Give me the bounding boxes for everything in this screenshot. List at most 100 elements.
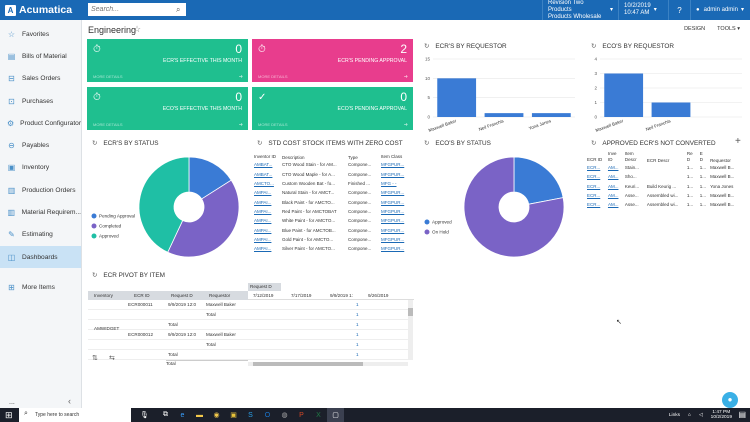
table-cell[interactable]: AM...	[606, 182, 623, 191]
sidebar-item-favorites[interactable]: ☆ Favorites	[0, 23, 81, 45]
taskbar-search[interactable]: Type here to search	[19, 408, 131, 422]
table-cell[interactable]: ECR...	[585, 191, 606, 200]
pivot-value[interactable]: 1	[356, 300, 359, 310]
tray-links[interactable]: Links	[669, 413, 680, 418]
kpi-tile-ecr-pending[interactable]: ⏱ 2 ECR'S PENDING APPROVAL MORE DETAILS …	[252, 39, 413, 82]
collapse-sidebar-icon[interactable]: ‹	[68, 396, 71, 406]
table-row[interactable]: ECR... AM... Keuri... Build Keurig ... 1... 1…	[585, 182, 745, 191]
table-cell[interactable]: ECR...	[585, 200, 606, 209]
app-icon[interactable]: ◍	[276, 408, 293, 422]
tile-more-details[interactable]: MORE DETAILS	[93, 122, 123, 127]
table-cell[interactable]: MFGPUR...	[379, 207, 414, 216]
pivot-column-header[interactable]: Request D	[165, 291, 203, 300]
help-button[interactable]: ?	[668, 0, 690, 20]
table-cell[interactable]: ECR...	[585, 163, 606, 172]
column-header[interactable]: Inventor ID	[252, 151, 280, 160]
column-header[interactable]: Inve ID	[606, 151, 623, 163]
table-cell[interactable]: AM...	[606, 200, 623, 209]
table-row[interactable]: AMPAI... Blue Paint - for AMCTOB... Compon…	[252, 225, 414, 234]
outlook-icon[interactable]: O	[259, 408, 276, 422]
table-row[interactable]: ECR... AM... Asse... Assembled wi... 1... 1..…	[585, 200, 745, 209]
pivot-value[interactable]: 1	[356, 310, 359, 320]
table-cell[interactable]: AM...	[606, 163, 623, 172]
refresh-icon[interactable]: ↻	[591, 140, 596, 147]
table-row[interactable]: ECR... AM... Sho... 1... 1... Maxwell B...	[585, 172, 745, 181]
table-row[interactable]: AMPAI... White Paint - for AMCTO... Compon…	[252, 216, 414, 225]
table-cell[interactable]: MFGPUR...	[379, 170, 414, 179]
excel-icon[interactable]: X	[310, 408, 327, 422]
table-cell[interactable]: AMPAI...	[252, 235, 280, 244]
column-header[interactable]: Item Class	[379, 151, 414, 160]
sidebar-item-bills-of-material[interactable]: ▤ Bills of Material	[0, 45, 81, 67]
table-cell[interactable]: MFGPUR...	[379, 188, 414, 197]
bar[interactable]	[604, 73, 644, 118]
table-row[interactable]: AMBAT... CTO Wood Maple - for A... Compone…	[252, 170, 414, 179]
kpi-tile-eco-pending[interactable]: ✓ 0 ECO'S PENDING APPROVAL MORE DETAILS …	[252, 87, 413, 130]
sidebar-item-purchases[interactable]: ⊡ Purchases	[0, 90, 81, 112]
sidebar-item-material-requirements[interactable]: ▥ Material Requirem...	[0, 201, 81, 223]
refresh-icon[interactable]: ↻	[92, 272, 97, 279]
table-cell[interactable]: AMPAI...	[252, 188, 280, 197]
pivot-column-header[interactable]: Inventory	[88, 291, 126, 300]
chat-bubble-button[interactable]: ●	[722, 392, 738, 408]
company-selector[interactable]: Revision Two Products Products Wholesale ▾	[542, 0, 618, 20]
pivot-column-header[interactable]: Requestor	[203, 291, 248, 300]
notifications-icon[interactable]: ▤	[738, 410, 746, 419]
table-cell[interactable]: AMPAI...	[252, 197, 280, 206]
search-input[interactable]	[88, 3, 186, 16]
sidebar-item-payables[interactable]: ⊖ Payables	[0, 134, 81, 156]
date-selector[interactable]: 10/2/2019 10:47 AM ▾	[618, 0, 668, 20]
column-header[interactable]: ECR ID	[585, 151, 606, 163]
table-cell[interactable]: AMPAI...	[252, 216, 280, 225]
column-header[interactable]: Item Descr	[623, 151, 645, 163]
sidebar-item-product-configurator[interactable]: ⚙ Product Configurator	[0, 112, 81, 134]
file-explorer-icon[interactable]: ▬	[191, 408, 208, 422]
refresh-icon[interactable]: ↻	[257, 140, 262, 147]
table-row[interactable]: AMPAI... Black Paint - for AMCTO... Compon…	[252, 197, 414, 206]
refresh-icon[interactable]: ↻	[92, 140, 97, 147]
search-icon[interactable]: ⌕	[176, 5, 180, 15]
pivot-value[interactable]: 1	[356, 320, 359, 330]
pie-slice[interactable]	[513, 156, 564, 205]
table-cell[interactable]: AMPAI...	[252, 244, 280, 253]
table-cell[interactable]: ECR...	[585, 172, 606, 181]
table-cell[interactable]: AMBAT...	[252, 170, 280, 179]
network-icon[interactable]: ⌂	[688, 413, 691, 418]
table-cell[interactable]: ECR...	[585, 182, 606, 191]
table-row[interactable]: AMPAI... Natural Stain - for AMCT... Compo…	[252, 188, 414, 197]
table-cell[interactable]: MFGPUR...	[379, 225, 414, 234]
edge-icon[interactable]: e	[174, 408, 191, 422]
table-cell[interactable]: AMPAI...	[252, 225, 280, 234]
sidebar-item-production-orders[interactable]: ▥ Production Orders	[0, 179, 81, 201]
tray-clock[interactable]: 1:47 PM 10/2/2019	[711, 410, 732, 420]
table-row[interactable]: AMPAI... Gold Paint - for AMCTO... Compone…	[252, 235, 414, 244]
pivot-column-header[interactable]: ECR ID	[126, 291, 165, 300]
column-header[interactable]: Type	[346, 151, 379, 160]
more-dots[interactable]: ...	[9, 399, 15, 406]
column-header[interactable]: E D	[698, 151, 708, 163]
chrome-icon[interactable]: ◉	[208, 408, 225, 422]
table-cell[interactable]: MFGPUR...	[379, 244, 414, 253]
sidebar-item-estimating[interactable]: ✎ Estimating	[0, 224, 81, 246]
column-header[interactable]: Re D	[685, 151, 698, 163]
table-row[interactable]: ECR... AM... Stain... 1... 1... Maxwell B...	[585, 163, 745, 172]
table-cell[interactable]: AM...	[606, 191, 623, 200]
app-icon[interactable]: ▣	[225, 408, 242, 422]
table-cell[interactable]: AM...	[606, 172, 623, 181]
pivot-horizontal-scrollbar[interactable]	[248, 362, 408, 366]
table-cell[interactable]: MFG - -	[379, 179, 414, 188]
tools-menu[interactable]: TOOLS ▾	[717, 26, 740, 32]
refresh-icon[interactable]: ↻	[424, 43, 429, 50]
table-row[interactable]: ECR... AM... Asse... Assembled wi... 1... 1..…	[585, 191, 745, 200]
refresh-icon[interactable]: ↻	[424, 140, 429, 147]
table-cell[interactable]: AMBAT...	[252, 160, 280, 169]
column-header[interactable]: Description	[280, 151, 346, 160]
tile-more-details[interactable]: MORE DETAILS	[258, 74, 288, 79]
tile-more-details[interactable]: MORE DETAILS	[93, 74, 123, 79]
pivot-top-header[interactable]: Request D	[248, 283, 281, 291]
sidebar-item-dashboards[interactable]: ◫ Dashboards	[0, 245, 81, 269]
table-cell[interactable]: MFGPUR...	[379, 160, 414, 169]
table-cell[interactable]: AMCTO...	[252, 179, 280, 188]
task-view-icon[interactable]: ⧉	[157, 408, 174, 422]
kpi-tile-eco-effective[interactable]: ⏱ 0 ECO'S EFFECTIVE THIS MONTH MORE DETA…	[87, 87, 248, 130]
